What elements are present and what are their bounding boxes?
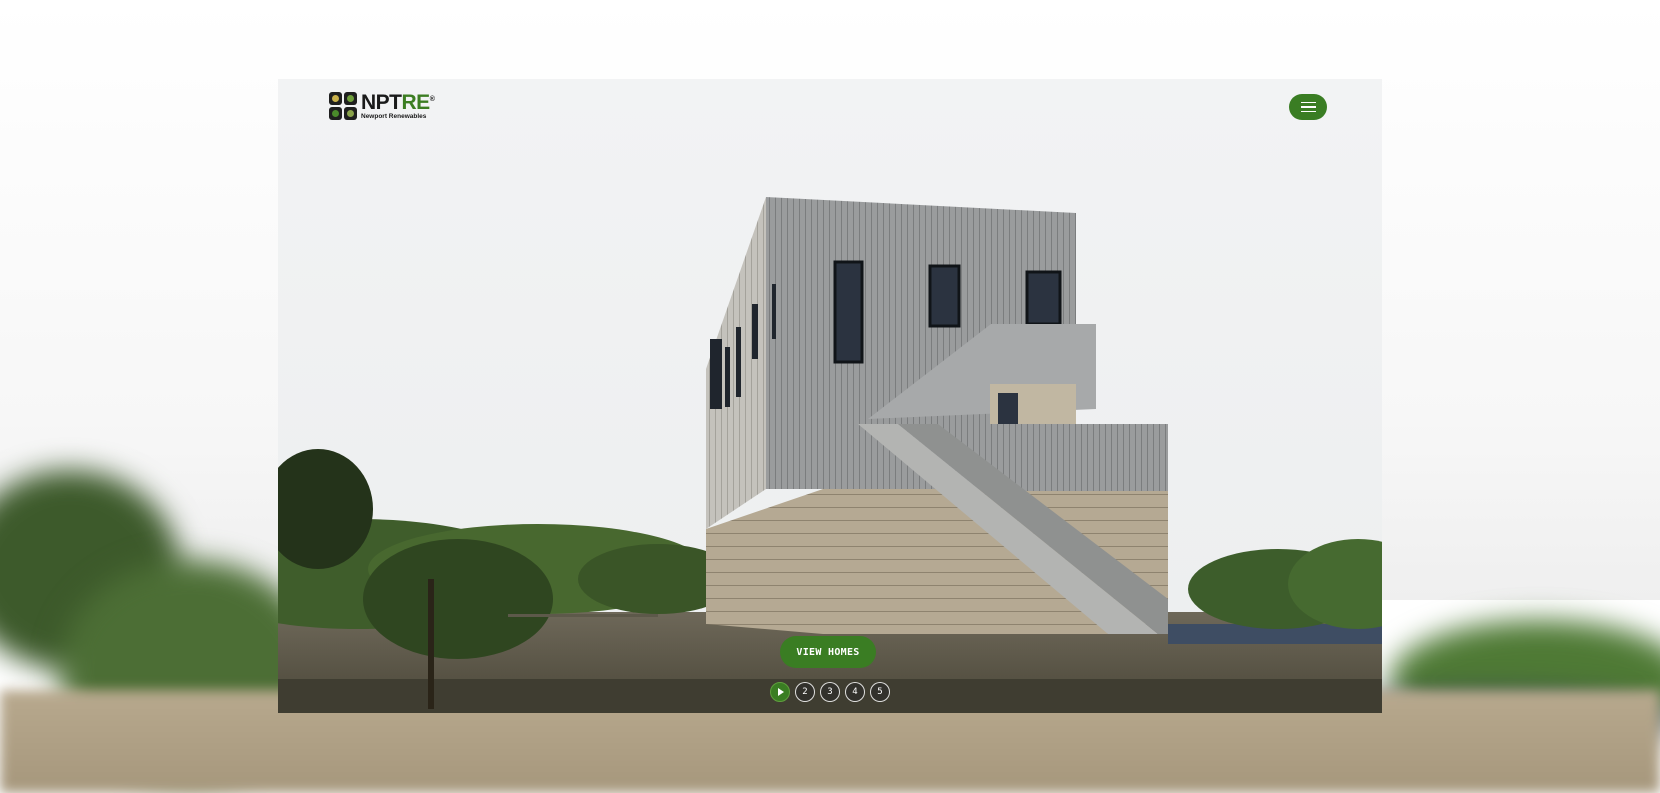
slide-dot-4[interactable]: 4 [845, 682, 865, 702]
play-icon [778, 688, 784, 696]
slide-pagination: 2 3 4 5 [770, 682, 890, 702]
slide-dot-3[interactable]: 3 [820, 682, 840, 702]
logo-tagline: Newport Renewables [361, 113, 427, 120]
hero-house-photo [278, 79, 1382, 713]
logo-wordmark: NPTRE® [361, 91, 435, 114]
logo-mark-icon [329, 92, 357, 121]
brand-logo[interactable]: NPTRE® Newport Renewables [329, 91, 435, 121]
hero-slideshow: NPTRE® Newport Renewables VIEW HOMES 2 3… [278, 79, 1382, 713]
slide-dot-2[interactable]: 2 [795, 682, 815, 702]
view-homes-button[interactable]: VIEW HOMES [780, 636, 876, 668]
menu-button[interactable] [1289, 94, 1327, 120]
slide-dot-1[interactable] [770, 682, 790, 702]
hamburger-icon [1300, 101, 1316, 104]
slide-dot-5[interactable]: 5 [870, 682, 890, 702]
